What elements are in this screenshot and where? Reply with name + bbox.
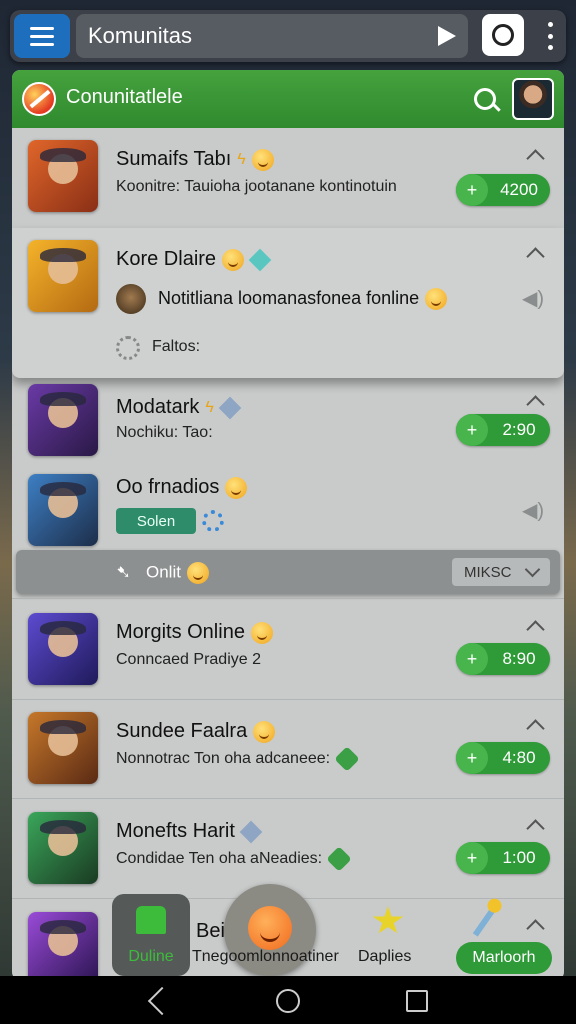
smile-icon (186, 562, 209, 584)
game-thumbnail (28, 812, 98, 884)
smile-icon (425, 288, 448, 311)
panel-header: Conunitatlele (12, 70, 564, 128)
list-item[interactable]: Sundee Faalra Nonnotrac Ton oha adcaneee… (12, 698, 564, 799)
game-thumbnail (28, 474, 98, 546)
recents-icon[interactable] (406, 990, 428, 1012)
game-thumbnail (28, 384, 98, 456)
notification-popup[interactable]: Kore Dlaire Notitliana loomanasfonea fon… (12, 228, 564, 378)
status-badge: Solen (116, 508, 196, 534)
plus-icon: + (456, 414, 488, 446)
list-item[interactable]: Morgits Online Conncaed Pradiye 2 +8:90 (12, 598, 564, 700)
list-item[interactable]: Oo frnadios ◀) (12, 468, 564, 550)
plus-icon: + (456, 742, 488, 774)
plus-icon: + (456, 174, 488, 206)
circle-icon (492, 24, 514, 46)
gem-icon (239, 820, 263, 844)
check-icon (326, 846, 352, 872)
tag-icon: ➷ (116, 562, 132, 582)
spinner-icon (116, 336, 140, 360)
kebab-icon[interactable] (540, 22, 560, 50)
gear-icon (202, 510, 224, 532)
home-circle-icon[interactable] (276, 989, 300, 1013)
lightning-icon: ϟ (237, 150, 246, 168)
smile-icon (253, 720, 276, 743)
list-item-title: Monefts Harit (116, 820, 263, 844)
value-pill[interactable]: +8:90 (456, 643, 550, 675)
chevron-up-icon[interactable] (526, 395, 545, 414)
plus-icon: + (456, 842, 488, 874)
top-app-bar: Komunitas (10, 10, 566, 62)
nav-center-label: Tnegoomlonnoatiner (192, 948, 339, 965)
online-filter-bar: ➷ Onlit MIKSC (16, 550, 560, 594)
wand-icon[interactable] (472, 905, 498, 937)
list-item-title: Kore Dlaire (116, 248, 272, 272)
menu-icon (30, 26, 54, 30)
chevron-down-icon (524, 561, 541, 578)
list-item-title: Oo frnadios (116, 476, 248, 499)
value-pill[interactable]: +4200 (456, 174, 550, 206)
list-item-subtitle: Conncaed Pradiye 2 (116, 651, 261, 668)
list-item-subtitle: Condidae Ten oha aNeadies: (116, 846, 352, 872)
list-item-title: Modatark ϟ (116, 396, 242, 420)
notification-message: Notitliana loomanasfonea fonline (158, 288, 448, 311)
search-input-value: Komunitas (88, 23, 192, 48)
smile-icon (251, 148, 274, 171)
star-icon[interactable] (372, 906, 404, 934)
game-thumbnail (28, 712, 98, 784)
search-input[interactable]: Komunitas (76, 14, 468, 58)
list-item-subtitle: Nochiku: Tao: (116, 424, 213, 441)
notification-status: Faltos: (152, 338, 201, 355)
game-thumbnail (28, 240, 98, 312)
game-thumbnail (28, 140, 98, 212)
bottom-nav: Duline Tnegoomlonnoatiner Daplies Marloo… (12, 880, 564, 976)
search-icon[interactable] (474, 88, 496, 110)
list-item-title: Sumaifs Tabı ϟ (116, 148, 274, 171)
smile-icon (248, 906, 292, 950)
chevron-up-icon[interactable] (526, 247, 545, 266)
list-item[interactable]: Modatark ϟ Nochiku: Tao: +2:90 (12, 378, 564, 468)
plus-icon: + (456, 643, 488, 675)
nav-replies-label[interactable]: Daplies (358, 948, 411, 966)
value-pill[interactable]: +1:00 (456, 842, 550, 874)
list-item-subtitle: Nonnotrac Ton oha adcaneee: (116, 746, 360, 772)
home-icon (136, 906, 166, 934)
smile-icon (225, 476, 248, 499)
record-button[interactable] (482, 14, 524, 56)
avatar[interactable] (512, 78, 554, 120)
chevron-up-icon[interactable] (526, 149, 545, 168)
smile-icon (250, 621, 273, 644)
speaker-icon[interactable]: ◀) (522, 498, 544, 523)
smile-icon (222, 248, 245, 271)
list-item[interactable]: Sumaifs Tabı ϟ Koonitre: Tauioha jootanan… (12, 128, 564, 229)
check-icon (334, 746, 360, 772)
menu-button[interactable] (14, 14, 70, 58)
chevron-up-icon[interactable] (526, 719, 545, 738)
brand-logo (22, 82, 56, 116)
system-nav-bar (0, 976, 576, 1024)
nav-home[interactable]: Duline (112, 894, 190, 976)
chevron-up-icon[interactable] (526, 620, 545, 639)
chevron-up-icon[interactable] (526, 819, 545, 838)
list-item-title: Morgits Online (116, 621, 273, 644)
lightning-icon: ϟ (205, 398, 214, 416)
list-item-title: Sundee Faalra (116, 720, 276, 743)
gem-icon (248, 248, 272, 272)
game-thumbnail (28, 613, 98, 685)
panel-title: Conunitatlele (66, 86, 183, 108)
play-icon[interactable] (438, 26, 456, 46)
community-panel: Conunitatlele Sumaifs Tabı ϟ Koonitre: Ta… (12, 70, 564, 980)
online-label: Onlit (146, 562, 209, 584)
speaker-icon[interactable]: ◀) (522, 286, 544, 311)
list-item-subtitle: Koonitre: Tauioha jootanane kontinotuin (116, 178, 397, 195)
value-pill[interactable]: +2:90 (456, 414, 550, 446)
gem-icon (218, 396, 242, 420)
value-pill[interactable]: +4:80 (456, 742, 550, 774)
back-icon[interactable] (147, 986, 177, 1016)
filter-select[interactable]: MIKSC (452, 558, 550, 586)
avatar (116, 284, 146, 314)
nav-pill-button[interactable]: Marloorh (456, 942, 552, 974)
